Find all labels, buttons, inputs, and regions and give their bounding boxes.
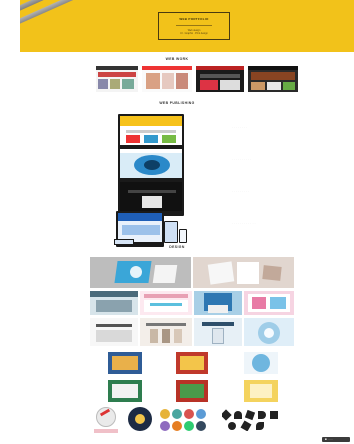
- monitor-caption: · · · · · · · · ·: [232, 190, 250, 193]
- design-tile[interactable]: [126, 405, 154, 433]
- design-tile[interactable]: [194, 291, 242, 315]
- monitor-screen: [118, 147, 184, 183]
- web-work-thumb[interactable]: [196, 66, 244, 92]
- design-tile[interactable]: [90, 318, 138, 346]
- design-tile[interactable]: [193, 257, 294, 288]
- corner-badge[interactable]: ■ ·····: [322, 437, 350, 442]
- web-work-thumb[interactable]: [248, 66, 298, 92]
- monitor-caption: · · · · · · · · · ·: [232, 158, 252, 161]
- corner-badge-label: ■ ·····: [325, 437, 333, 441]
- design-tile[interactable]: [92, 405, 120, 435]
- section-title-web-work: WEB WORK: [165, 57, 189, 61]
- design-tile[interactable]: [244, 291, 294, 315]
- hero-title: WEB PORTFOLIO: [179, 17, 209, 21]
- hero-divider: [176, 25, 212, 26]
- section-title-design: DESIGN: [169, 245, 185, 249]
- design-tile[interactable]: [140, 291, 192, 315]
- design-tile[interactable]: [244, 380, 278, 402]
- design-tile[interactable]: [108, 380, 142, 402]
- monitor-screen: [118, 114, 184, 150]
- phone-mockup: [179, 229, 187, 243]
- design-tile[interactable]: [90, 291, 138, 315]
- design-tile[interactable]: [176, 352, 208, 374]
- design-tile[interactable]: [160, 409, 216, 431]
- hero-subtitle-line2: UI · Graphic · Print design: [180, 32, 208, 35]
- section-title-web-publishing: WEB PUBLISHING: [159, 101, 195, 105]
- design-tile[interactable]: [140, 318, 192, 346]
- design-tile[interactable]: [176, 380, 208, 402]
- monitor-caption: · · · · · · · · · · · ·: [232, 222, 256, 225]
- tablet-mockup: [164, 221, 178, 243]
- design-tile[interactable]: [194, 318, 242, 346]
- design-tile[interactable]: [222, 409, 284, 431]
- design-tile[interactable]: [244, 318, 294, 346]
- hero-title-box: WEB PORTFOLIO Web design UI · Graphic · …: [158, 12, 230, 40]
- hero-banner: WEB PORTFOLIO Web design UI · Graphic · …: [20, 0, 354, 52]
- web-work-thumb[interactable]: [142, 66, 192, 92]
- design-tile[interactable]: [244, 352, 278, 374]
- web-work-thumb[interactable]: [96, 66, 138, 92]
- design-tile[interactable]: [108, 352, 142, 374]
- hero-subtitle: Web design UI · Graphic · Print design: [159, 29, 229, 35]
- monitor-caption: · · · · · · · ·: [232, 126, 248, 129]
- design-tile[interactable]: [90, 257, 191, 288]
